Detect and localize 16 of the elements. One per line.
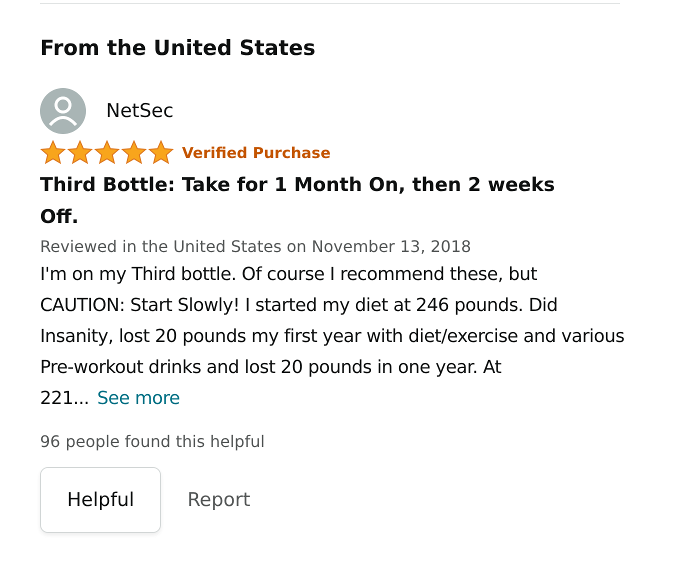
see-more-link[interactable]: See more [97,388,180,409]
review-text: I'm on my Third bottle. Of course I recommend these, but CAUTION: Start Slowly! I started my diet at 246 pounds. Did Insanity, lost 20 pounds my first year with diet/exercise and various Pre-workout drinks and lost 20 pounds in one year. At 221... See more [40,263,625,411]
section-heading: From the United States [40,35,316,62]
report-link[interactable]: Report [187,489,250,511]
star-icon [94,140,120,165]
avatar-icon [40,88,86,134]
review-title[interactable]: Third Bottle: Take for 1 Month On, then 2 weeks Off. [40,169,590,233]
helpful-count: 96 people found this helpful [40,432,266,451]
verified-purchase-label: Verified Purchase [182,144,331,162]
star-icon [148,140,174,165]
helpful-button[interactable]: Helpful [40,467,162,533]
reviewer-name[interactable]: NetSec [106,100,174,122]
review-date: Reviewed in the United States on November 13, 2018 [40,236,472,258]
star-icon [121,140,147,165]
star-icon [67,140,93,165]
star-icon [40,140,66,165]
